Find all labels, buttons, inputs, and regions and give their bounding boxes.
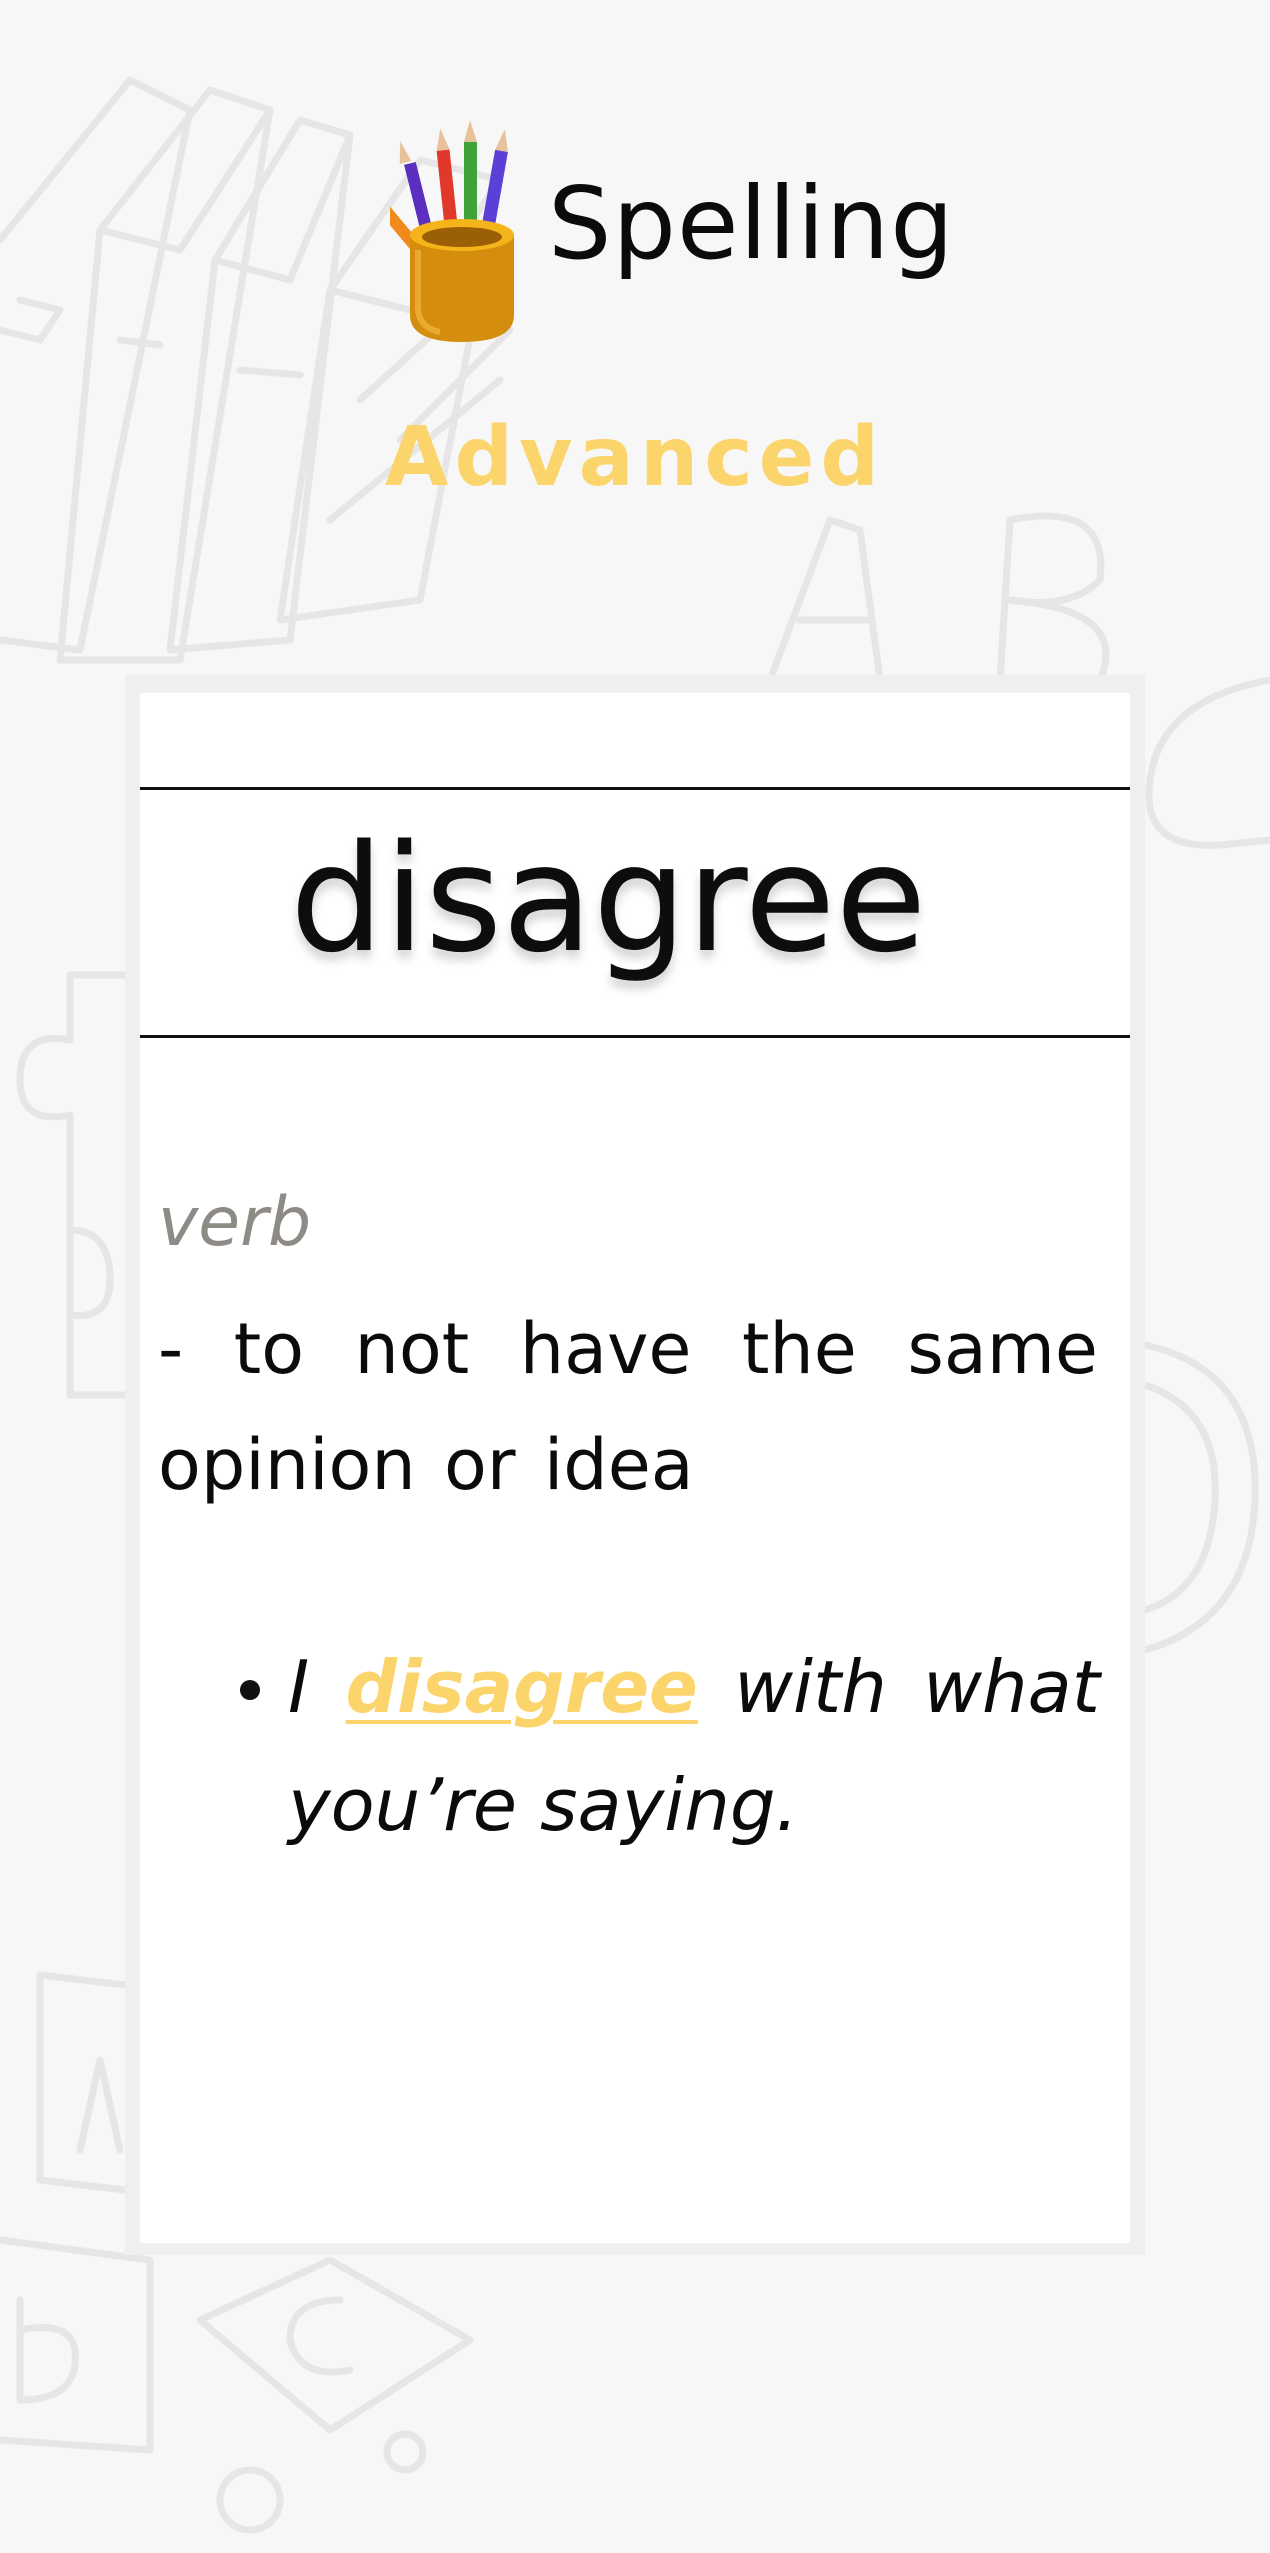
part-of-speech: verb [158, 1183, 312, 1262]
word-card: disagree verb - to not have the same opi… [140, 693, 1130, 2243]
top-divider [140, 787, 1130, 790]
app-header: Spelling [0, 110, 1270, 350]
mug-doodle-icon [1141, 1341, 1259, 1654]
bottom-divider [140, 1035, 1130, 1038]
definition-text: - to not have the same opinion or idea [158, 1308, 1098, 1506]
bullet-icon [240, 1680, 260, 1700]
puzzle-doodle-icon [16, 971, 129, 1399]
example-text: I disagree with what you’re saying. [288, 1628, 1100, 1864]
letter-c-doodle-icon [1145, 676, 1270, 849]
example-before: I [288, 1645, 346, 1729]
letters-ab-doodle-icon [766, 512, 1110, 684]
app-title: Spelling [548, 165, 955, 282]
level-label: Advanced [384, 410, 886, 505]
spelling-word: disagree [290, 813, 927, 985]
example-highlighted-word: disagree [345, 1645, 698, 1729]
pencil-cup-icon [390, 120, 514, 342]
